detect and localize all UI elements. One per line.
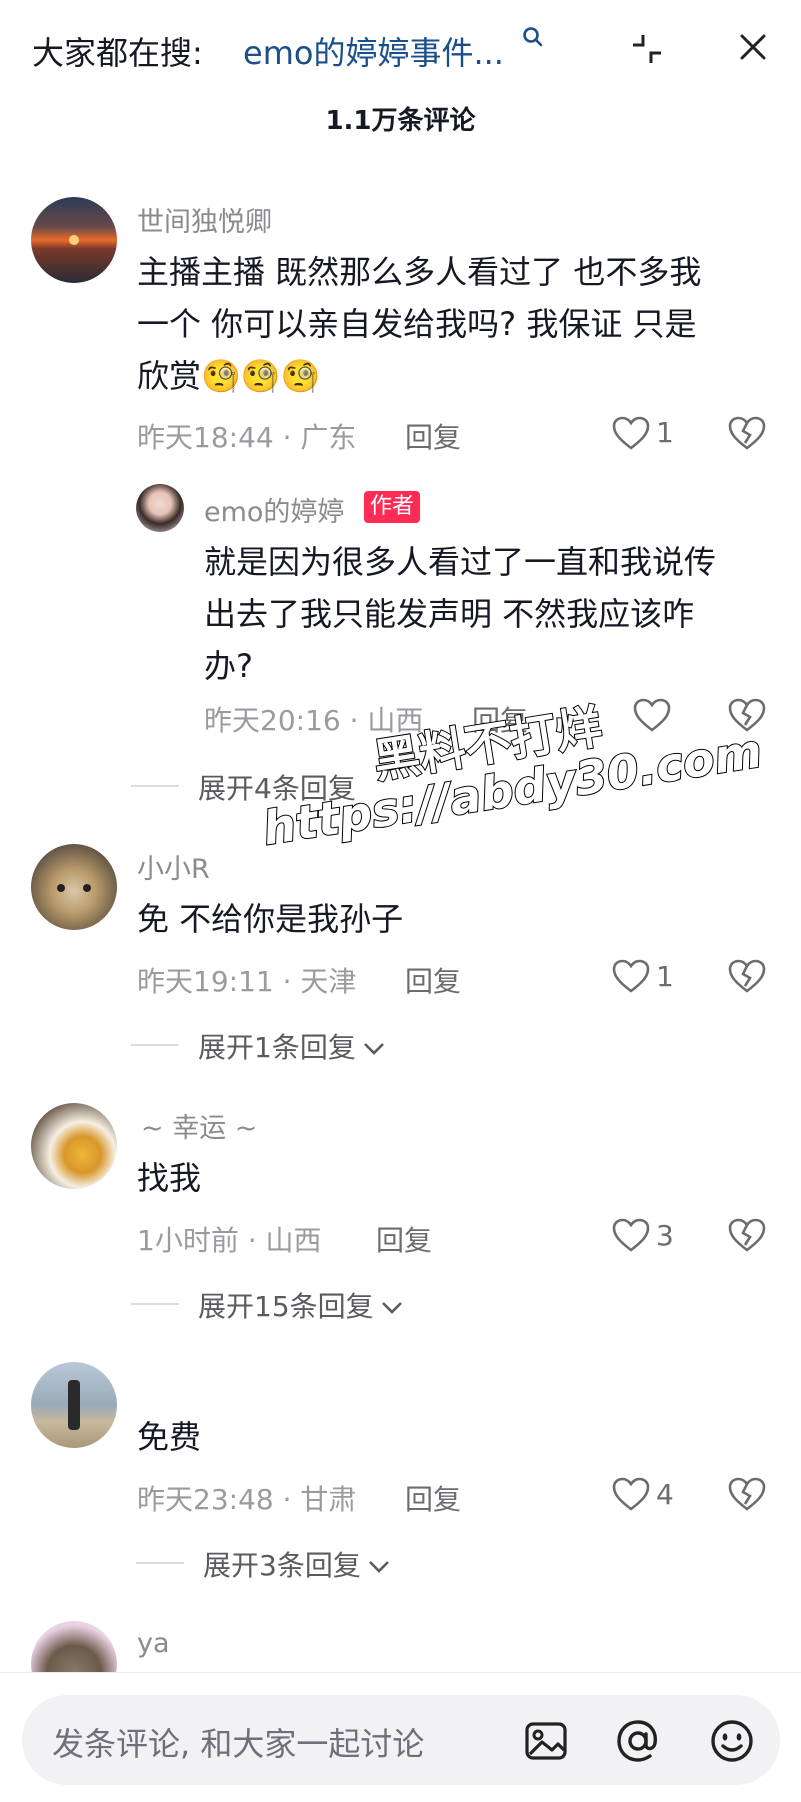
expand-divider bbox=[131, 1044, 179, 1046]
comment-meta: 昨天23:48 · 甘肃 bbox=[137, 1483, 357, 1516]
comments-header: 大家都在搜: emo的婷婷事件... 1.1万条评论 bbox=[0, 0, 801, 136]
comment-line: 主播主播 既然那么多人看过了 也不多我 bbox=[137, 253, 702, 291]
comment-username[interactable]: 小小R bbox=[137, 847, 210, 886]
avatar[interactable] bbox=[31, 1362, 117, 1448]
dislike-icon[interactable] bbox=[728, 1217, 766, 1253]
comment-input[interactable]: 发条评论, 和大家一起讨论 bbox=[22, 1695, 780, 1785]
expand-replies[interactable]: 展开15条回复 bbox=[198, 1285, 404, 1325]
trending-search-link[interactable]: emo的婷婷事件... bbox=[243, 28, 504, 74]
chevron-down-icon bbox=[381, 1302, 402, 1314]
expand-divider bbox=[131, 785, 179, 787]
comment-text: 免 不给你是我孙子 bbox=[137, 900, 404, 938]
reply-username[interactable]: emo的婷婷 bbox=[204, 490, 344, 529]
like-count: 3 bbox=[656, 1219, 674, 1252]
expand-divider bbox=[131, 1303, 179, 1305]
reply-text: 就是因为很多人看过了一直和我说传 出去了我只能发声明 不然我应该咋 办? bbox=[204, 536, 716, 692]
comment-line: 一个 你可以亲自发给我吗? 我保证 只是 bbox=[137, 305, 697, 343]
avatar[interactable] bbox=[31, 844, 117, 930]
expand-replies-label: 展开3条回复 bbox=[203, 1549, 361, 1582]
comment-input-bar: 发条评论, 和大家一起讨论 bbox=[0, 1672, 801, 1802]
comment-input-placeholder: 发条评论, 和大家一起讨论 bbox=[52, 1725, 425, 1763]
reply-button[interactable]: 回复 bbox=[405, 1478, 461, 1518]
comment-meta: 1小时前 · 山西 bbox=[137, 1224, 322, 1257]
comment-username[interactable]: ya bbox=[137, 1628, 170, 1659]
dislike-icon[interactable] bbox=[728, 958, 766, 994]
comment-username[interactable]: 世间独悦卿 bbox=[137, 200, 272, 239]
chevron-down-icon bbox=[363, 1043, 384, 1055]
like-count: 4 bbox=[656, 1478, 674, 1511]
expand-replies[interactable]: 展开1条回复 bbox=[198, 1026, 386, 1066]
comment-username[interactable]: ~ 幸运 ~ bbox=[141, 1106, 257, 1145]
image-icon[interactable] bbox=[522, 1717, 570, 1765]
emoji-icon[interactable] bbox=[708, 1717, 756, 1765]
author-badge: 作者 bbox=[364, 491, 421, 523]
like-icon[interactable] bbox=[611, 1217, 651, 1253]
expand-divider bbox=[136, 1562, 184, 1564]
reply-button[interactable]: 回复 bbox=[405, 960, 461, 1000]
expand-replies[interactable]: 展开3条回复 bbox=[203, 1544, 391, 1584]
emoji: 🧐🧐🧐 bbox=[201, 357, 321, 395]
chevron-down-icon bbox=[368, 1561, 389, 1573]
comment-text: 免费 bbox=[137, 1418, 202, 1456]
dislike-icon[interactable] bbox=[728, 1476, 766, 1512]
dislike-icon[interactable] bbox=[728, 415, 766, 451]
at-icon[interactable] bbox=[614, 1717, 662, 1765]
comment-text: 主播主播 既然那么多人看过了 也不多我 一个 你可以亲自发给我吗? 我保证 只是… bbox=[137, 246, 701, 402]
search-prefix: 大家都在搜: bbox=[32, 34, 203, 72]
comment-line: 欣赏🧐🧐🧐 bbox=[137, 350, 701, 402]
close-icon[interactable] bbox=[738, 32, 768, 62]
like-icon[interactable] bbox=[611, 1476, 651, 1512]
like-icon[interactable] bbox=[611, 415, 651, 451]
comment-line-text: 欣赏 bbox=[137, 357, 202, 395]
comment-meta: 昨天18:44 · 广东 bbox=[137, 421, 357, 454]
reply-button[interactable]: 回复 bbox=[405, 416, 461, 456]
reply-line: 出去了我只能发声明 不然我应该咋 bbox=[204, 595, 695, 633]
comment-meta: 昨天19:11 · 天津 bbox=[137, 965, 357, 998]
like-icon[interactable] bbox=[611, 958, 651, 994]
comment-count: 1.1万条评论 bbox=[325, 106, 476, 136]
avatar[interactable] bbox=[31, 197, 117, 283]
like-count: 1 bbox=[656, 416, 674, 449]
avatar[interactable] bbox=[31, 1103, 117, 1189]
watermark: 黑料不打烊 https://abdy30.com bbox=[250, 667, 766, 874]
reply-button[interactable]: 回复 bbox=[376, 1219, 432, 1259]
expand-replies-label: 展开15条回复 bbox=[198, 1290, 374, 1323]
avatar[interactable] bbox=[136, 484, 184, 532]
collapse-icon[interactable] bbox=[630, 32, 664, 66]
like-count: 1 bbox=[656, 960, 674, 993]
comment-text: 找我 bbox=[137, 1159, 202, 1197]
search-icon[interactable] bbox=[522, 26, 544, 50]
reply-line: 就是因为很多人看过了一直和我说传 bbox=[204, 543, 717, 581]
expand-replies-label: 展开1条回复 bbox=[198, 1031, 356, 1064]
